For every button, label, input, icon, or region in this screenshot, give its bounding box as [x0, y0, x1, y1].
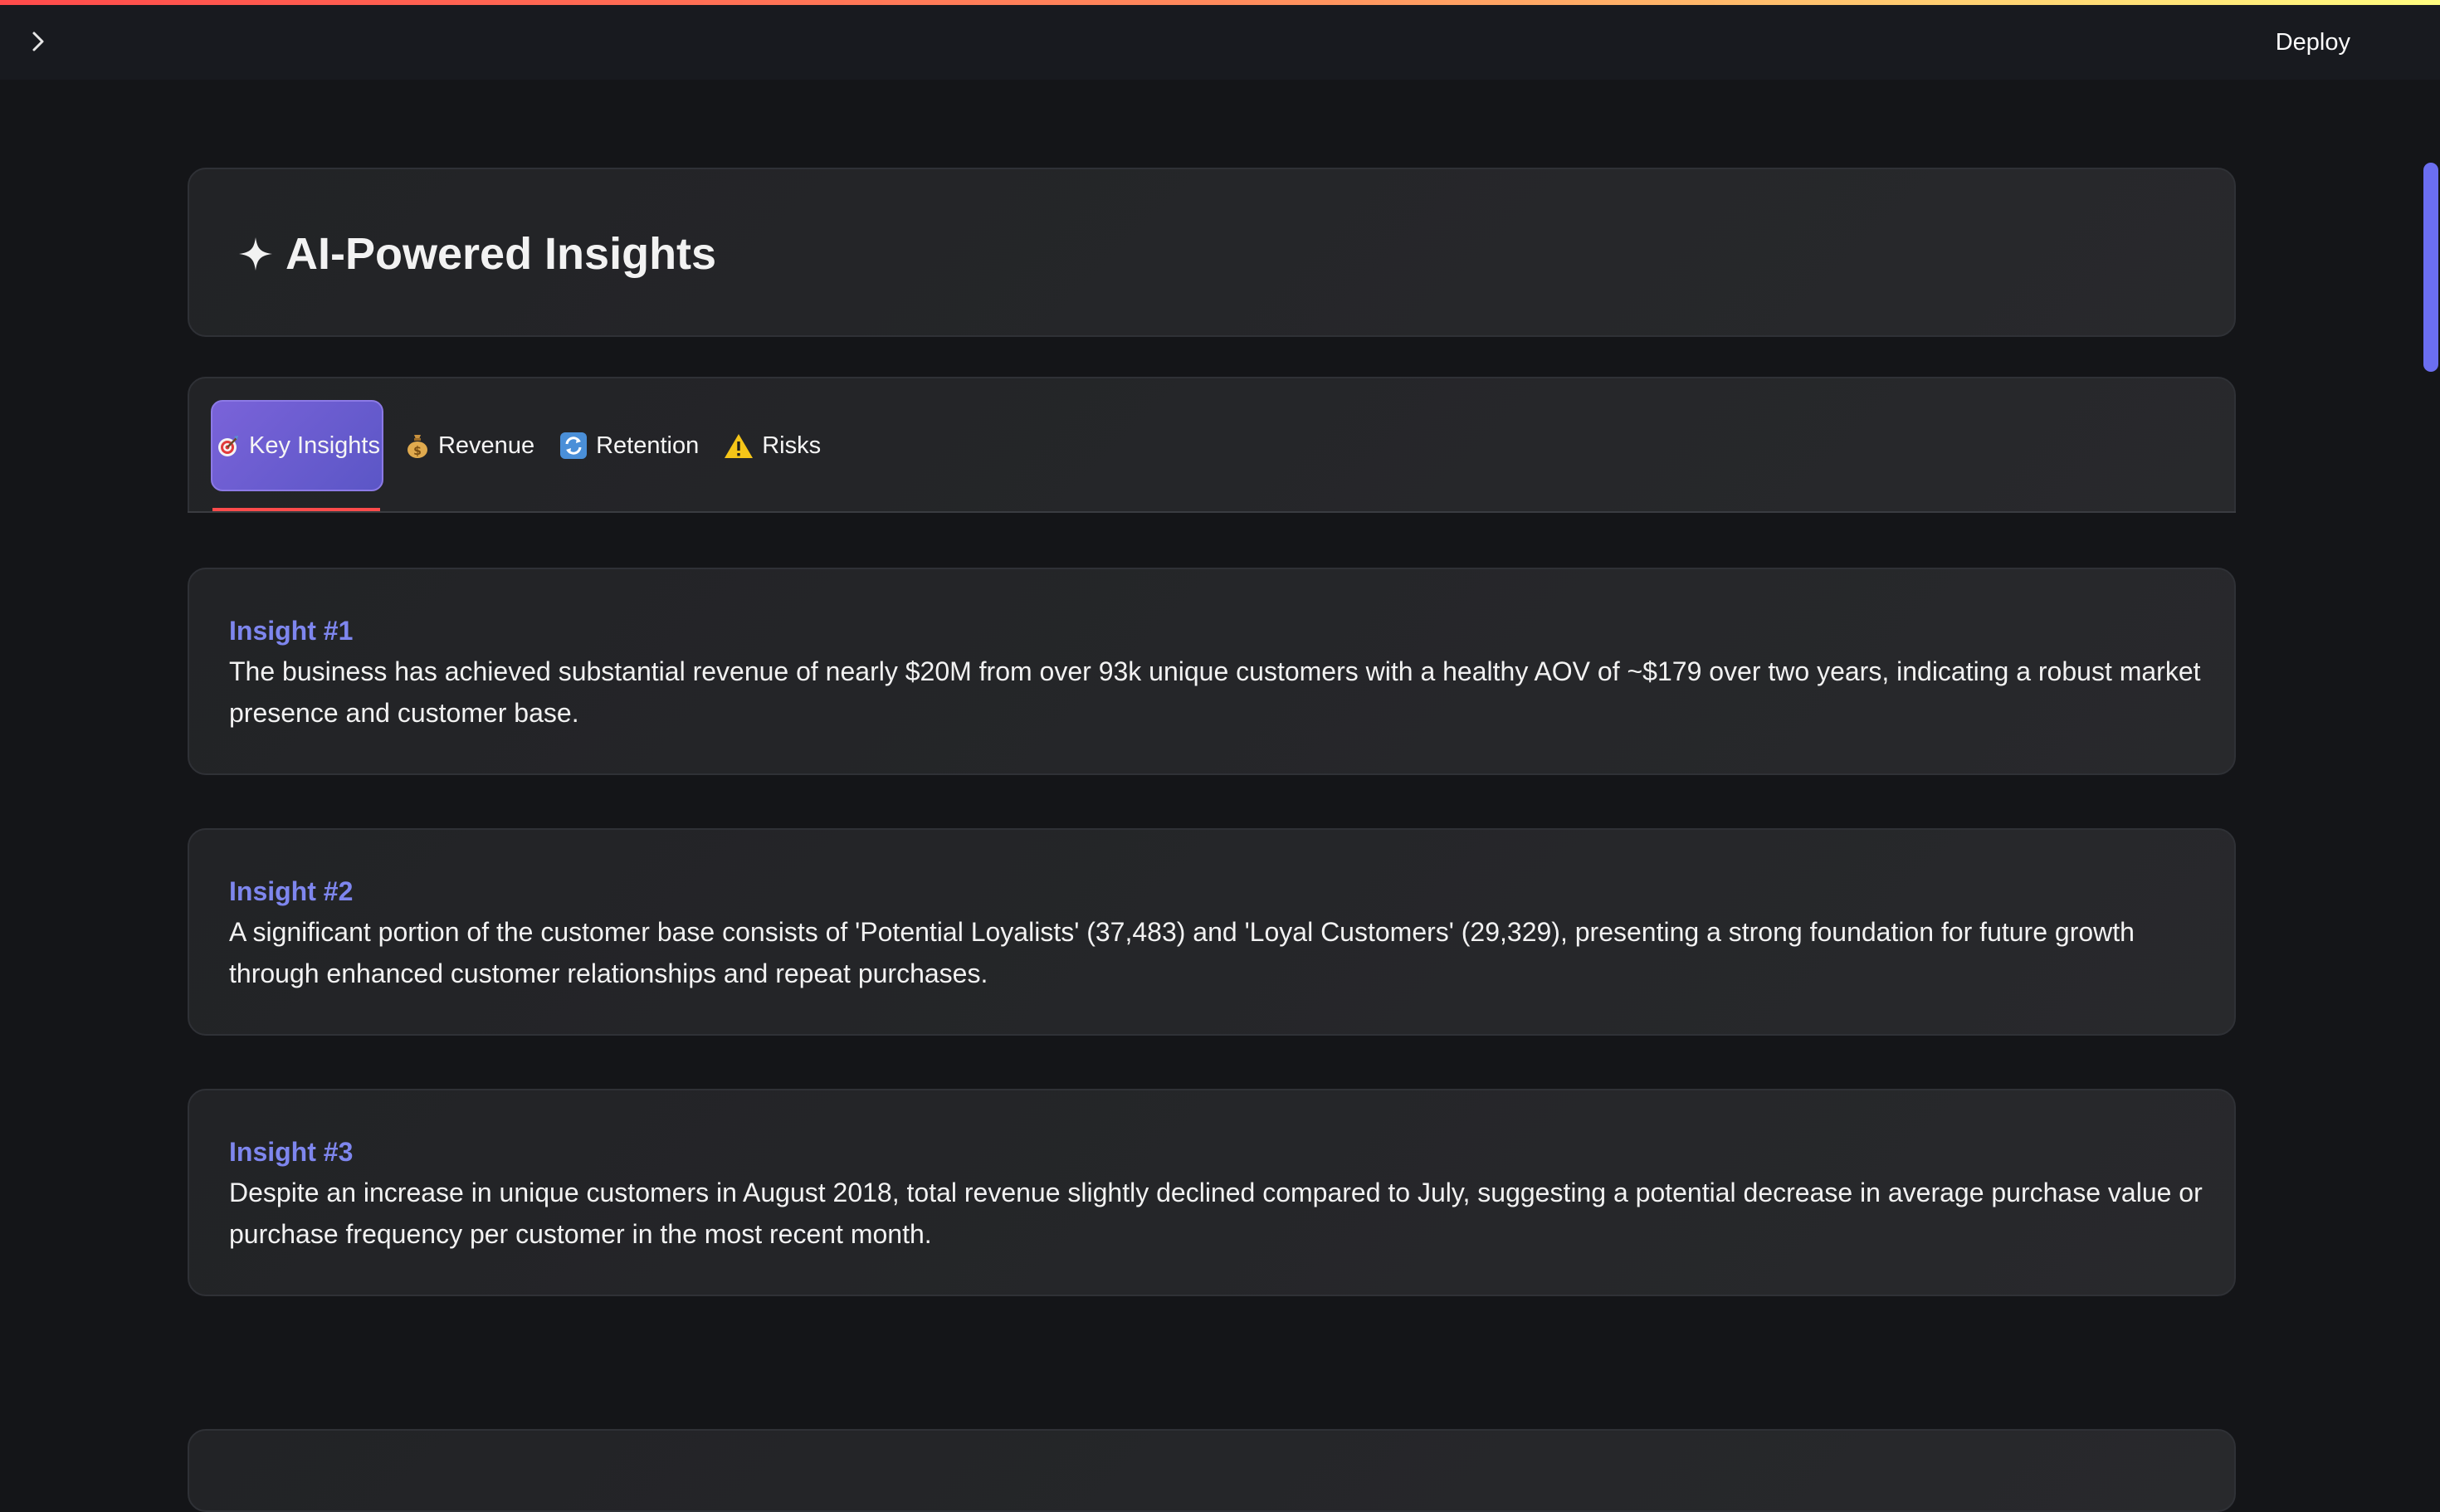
insight-text: Despite an increase in unique customers … — [229, 1178, 2203, 1249]
tab-label: Key Insights — [249, 432, 380, 459]
page-title: AI-Powered Insights — [237, 226, 716, 282]
deploy-button[interactable]: Deploy — [2262, 23, 2364, 61]
warning-icon — [724, 432, 754, 459]
scrollbar-thumb[interactable] — [2423, 163, 2438, 372]
header-card: AI-Powered Insights — [188, 168, 2236, 337]
tab-list: Key Insights $ Revenue Retention Risks — [211, 400, 844, 511]
insight-card: Insight #1 The business has achieved sub… — [188, 568, 2236, 775]
tab-retention[interactable]: Retention — [558, 400, 700, 491]
tab-risks[interactable]: Risks — [722, 400, 822, 491]
tab-revenue[interactable]: $ Revenue — [403, 400, 536, 491]
tab-label: Revenue — [437, 432, 535, 459]
app-toolbar: Deploy — [0, 5, 2440, 80]
svg-text:$: $ — [413, 445, 422, 458]
chevron-right-icon — [32, 32, 44, 51]
insight-card: Insight #3 Despite an increase in unique… — [188, 1089, 2236, 1296]
insight-card: Insight #2 A significant portion of the … — [188, 828, 2236, 1036]
target-icon — [216, 433, 241, 458]
refresh-icon — [559, 432, 588, 460]
insight-text: A significant portion of the customer ba… — [229, 917, 2135, 988]
partial-card — [188, 1429, 2236, 1512]
insight-title: Insight #3 — [229, 1137, 354, 1167]
sparkle-icon — [237, 236, 274, 272]
tab-label: Retention — [596, 432, 700, 459]
tab-label: Risks — [762, 432, 822, 459]
insight-title: Insight #1 — [229, 616, 354, 646]
insight-title: Insight #2 — [229, 876, 354, 906]
page-title-text: AI-Powered Insights — [285, 229, 717, 279]
money-bag-icon: $ — [405, 432, 430, 459]
sidebar-toggle-button[interactable] — [23, 27, 53, 56]
tabs-container: Key Insights $ Revenue Retention Risks — [188, 377, 2236, 513]
tab-key-insights[interactable]: Key Insights — [211, 400, 383, 511]
tab-divider — [188, 511, 2236, 513]
insight-text: The business has achieved substantial re… — [229, 656, 2201, 728]
